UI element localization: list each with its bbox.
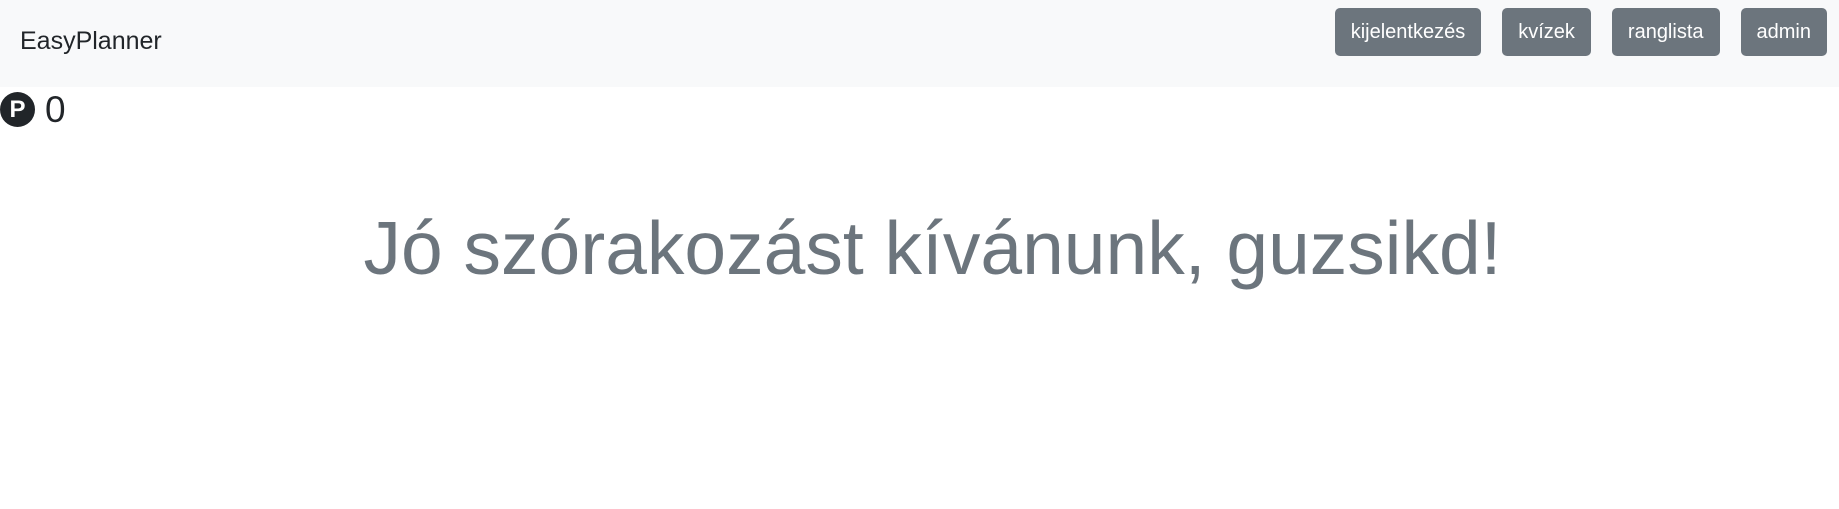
quizzes-button[interactable]: kvízek [1502, 8, 1591, 56]
navbar: EasyPlanner kijelentkezés kvízek ranglis… [0, 0, 1839, 87]
points-display: P 0 [0, 89, 66, 130]
nav-buttons: kijelentkezés kvízek ranglista admin [1334, 8, 1827, 56]
admin-button[interactable]: admin [1740, 8, 1827, 56]
welcome-heading: Jó szórakozást kívánunk, guzsikd! [363, 206, 1502, 290]
points-icon: P [0, 92, 35, 127]
brand-link[interactable]: EasyPlanner [20, 27, 162, 56]
leaderboard-button[interactable]: ranglista [1611, 8, 1720, 56]
points-value: 0 [45, 89, 66, 130]
logout-button[interactable]: kijelentkezés [1334, 8, 1482, 56]
